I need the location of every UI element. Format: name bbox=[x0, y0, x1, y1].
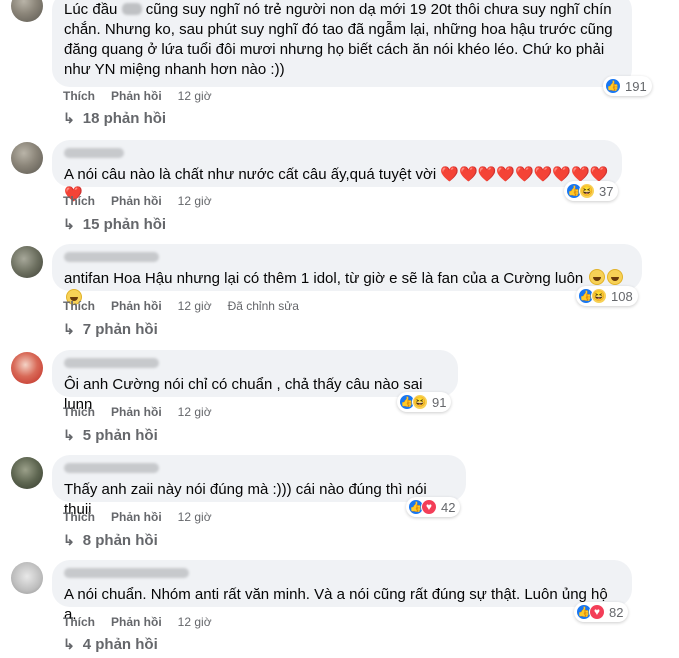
comment-actions: Thích Phản hồi 12 giờ bbox=[63, 89, 228, 103]
reaction-count: 42 bbox=[441, 499, 456, 515]
comment-actions: Thích Phản hồi 12 giờ Đã chỉnh sửa bbox=[63, 299, 315, 313]
haha-icon: 😆 bbox=[412, 394, 428, 410]
comment-text: Lúc đầu cũng suy nghĩ nó trẻ người non d… bbox=[64, 1, 617, 78]
reply-arrow-icon: ↳ bbox=[63, 636, 75, 652]
comment-bubble: Thấy anh zaii này nói đúng mà :))) cái n… bbox=[52, 455, 466, 518]
comment-actions: Thích Phản hồi 12 giờ bbox=[63, 405, 228, 419]
reply-arrow-icon: ↳ bbox=[63, 427, 75, 443]
replies-count: 8 phản hồi bbox=[82, 532, 158, 549]
timestamp[interactable]: 12 giờ bbox=[178, 299, 212, 313]
comment-bubble: A nói chuẩn. Nhóm anti rất văn minh. Và … bbox=[52, 560, 632, 623]
avatar[interactable] bbox=[11, 0, 43, 22]
replies-count: 5 phản hồi bbox=[82, 427, 158, 444]
censored-word bbox=[121, 3, 142, 15]
edited-label: Đã chỉnh sửa bbox=[227, 299, 299, 313]
comment-actions: Thích Phản hồi 12 giờ bbox=[63, 510, 228, 524]
timestamp[interactable]: 12 giờ bbox=[178, 194, 212, 208]
replies-count: 7 phản hồi bbox=[82, 321, 158, 338]
reaction-summary[interactable]: 👍 ♥ 82 bbox=[574, 602, 629, 622]
reaction-count: 37 bbox=[599, 183, 614, 199]
reply-arrow-icon: ↳ bbox=[63, 321, 75, 337]
view-replies[interactable]: ↳ 15 phản hồi bbox=[63, 216, 166, 233]
timestamp[interactable]: 12 giờ bbox=[178, 615, 212, 629]
avatar[interactable] bbox=[11, 246, 43, 278]
reply-button[interactable]: Phản hồi bbox=[111, 510, 162, 524]
reaction-count: 191 bbox=[625, 78, 647, 94]
haha-icon: 😆 bbox=[579, 183, 595, 199]
laugh-emoji bbox=[589, 269, 606, 285]
reply-button[interactable]: Phản hồi bbox=[111, 194, 162, 208]
view-replies[interactable]: ↳ 8 phản hồi bbox=[63, 532, 158, 549]
laugh-emoji bbox=[607, 269, 624, 285]
reaction-summary[interactable]: 👍 😆 108 bbox=[576, 286, 638, 306]
comment-bubble: Lúc đầu cũng suy nghĩ nó trẻ người non d… bbox=[52, 0, 632, 87]
comment-bubble: Ôi anh Cường nói chỉ có chuẩn , chả thấy… bbox=[52, 350, 458, 413]
like-button[interactable]: Thích bbox=[63, 299, 95, 313]
reaction-summary[interactable]: 👍 191 bbox=[603, 76, 652, 96]
timestamp[interactable]: 12 giờ bbox=[178, 89, 212, 103]
reaction-summary[interactable]: 👍 😆 91 bbox=[397, 392, 452, 412]
reply-arrow-icon: ↳ bbox=[63, 532, 75, 548]
reaction-summary[interactable]: 👍 😆 37 bbox=[564, 181, 619, 201]
like-icon: 👍 bbox=[605, 78, 621, 94]
avatar[interactable] bbox=[11, 352, 43, 384]
reaction-count: 108 bbox=[611, 288, 633, 304]
avatar[interactable] bbox=[11, 457, 43, 489]
reply-arrow-icon: ↳ bbox=[63, 216, 75, 232]
comment-bubble: antifan Hoa Hậu nhưng lại có thêm 1 idol… bbox=[52, 244, 642, 305]
reply-button[interactable]: Phản hồi bbox=[111, 615, 162, 629]
view-replies[interactable]: ↳ 7 phản hồi bbox=[63, 321, 158, 338]
timestamp[interactable]: 12 giờ bbox=[178, 405, 212, 419]
reply-button[interactable]: Phản hồi bbox=[111, 89, 162, 103]
timestamp[interactable]: 12 giờ bbox=[178, 510, 212, 524]
like-button[interactable]: Thích bbox=[63, 615, 95, 629]
like-button[interactable]: Thích bbox=[63, 405, 95, 419]
reaction-count: 91 bbox=[432, 394, 447, 410]
reaction-summary[interactable]: 👍 ♥ 42 bbox=[406, 497, 461, 517]
like-button[interactable]: Thích bbox=[63, 89, 95, 103]
avatar[interactable] bbox=[11, 142, 43, 174]
view-replies[interactable]: ↳ 5 phản hồi bbox=[63, 427, 158, 444]
comment-bubble: A nói câu nào là chất như nước cất câu ấ… bbox=[52, 140, 622, 203]
avatar[interactable] bbox=[11, 562, 43, 594]
reply-button[interactable]: Phản hồi bbox=[111, 299, 162, 313]
replies-count: 18 phản hồi bbox=[82, 110, 167, 127]
comment-actions: Thích Phản hồi 12 giờ bbox=[63, 194, 228, 208]
comment-actions: Thích Phản hồi 12 giờ bbox=[63, 615, 228, 629]
love-icon: ♥ bbox=[421, 499, 437, 515]
reply-arrow-icon: ↳ bbox=[63, 110, 75, 126]
like-button[interactable]: Thích bbox=[63, 510, 95, 524]
reaction-count: 82 bbox=[609, 604, 624, 620]
author-name[interactable] bbox=[64, 148, 124, 158]
view-replies[interactable]: ↳ 4 phản hồi bbox=[63, 636, 158, 653]
view-replies[interactable]: ↳ 18 phản hồi bbox=[63, 110, 166, 127]
love-icon: ♥ bbox=[589, 604, 605, 620]
author-name[interactable] bbox=[64, 358, 159, 368]
haha-icon: 😆 bbox=[591, 288, 607, 304]
replies-count: 4 phản hồi bbox=[82, 636, 158, 653]
like-button[interactable]: Thích bbox=[63, 194, 95, 208]
replies-count: 15 phản hồi bbox=[82, 216, 167, 233]
reply-button[interactable]: Phản hồi bbox=[111, 405, 162, 419]
author-name[interactable] bbox=[64, 463, 159, 473]
author-name[interactable] bbox=[64, 252, 159, 262]
author-name[interactable] bbox=[64, 568, 189, 578]
